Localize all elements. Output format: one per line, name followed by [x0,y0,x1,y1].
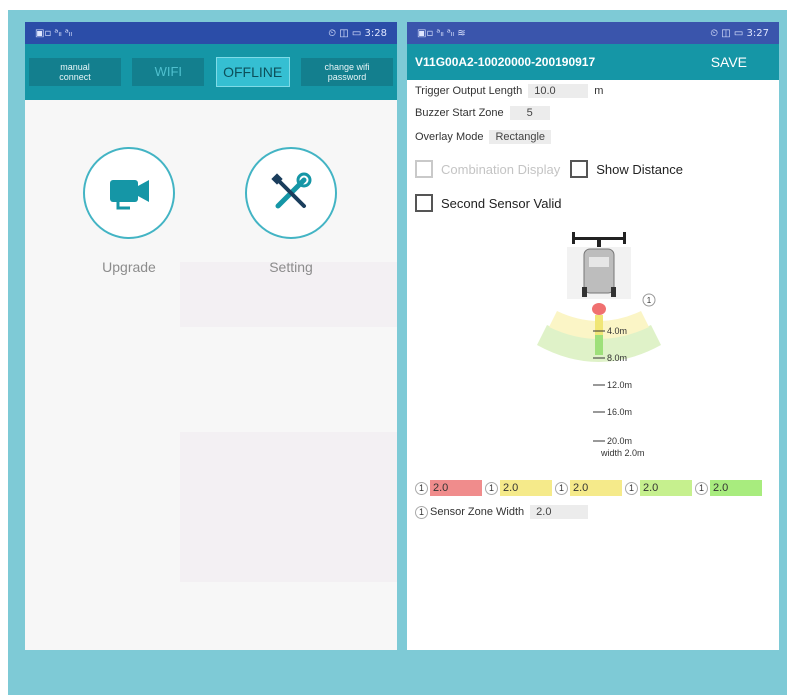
zone-width-bars: 1 2.0 1 2.0 1 2.0 1 2.0 1 2.0 [415,480,765,496]
sensor-zone-width-row: 1 Sensor Zone Width 2.0 [415,505,589,519]
settings-app-bar: V11G00A2-10020000-200190917 SAVE [407,44,779,80]
trigger-output-length-row: Trigger Output Length 10.0 m [415,84,603,98]
buzzer-start-zone-label: Buzzer Start Zone [415,107,504,119]
tick-label-20m: 20.0m [607,436,632,446]
zone-width-input[interactable]: 2.0 [430,480,482,496]
upgrade-button[interactable] [83,147,175,239]
checkbox-row-1: Combination Display Show Distance [415,160,683,178]
tick-label-12m: 12.0m [607,380,632,390]
zone-number: 1 [695,481,708,495]
status-clock: ⏲ ◫ ▭ 3:27 [710,27,769,39]
left-phone-screen: ▣▫ ᵃₗₗ ᵃₗₗ ⏲ ◫ ▭ 3:28 manual connect WIF… [25,22,397,650]
trigger-output-length-input[interactable]: 10.0 [528,84,589,98]
show-distance-label: Show Distance [596,161,683,177]
buzzer-start-zone-select[interactable]: 5 [509,106,550,120]
setting-tile[interactable]: Setting [245,147,337,275]
zone-number: 1 [485,481,498,495]
zone-width-input[interactable]: 2.0 [640,480,692,496]
status-signal-icons: ▣▫ ᵃₗₗ ᵃₗₗ [35,27,73,39]
combination-display-label: Combination Display [441,161,561,177]
camera-icon [110,180,149,210]
tick-label-4m: 4.0m [607,326,627,336]
background-panel [180,432,397,582]
overlay-mode-select[interactable]: Rectangle [489,130,552,144]
overlay-mode-row: Overlay Mode Rectangle [415,130,552,144]
change-wifi-password-button[interactable]: change wifi password [300,58,393,86]
zone-item[interactable]: 1 2.0 [485,480,552,496]
show-distance-checkbox[interactable] [570,160,589,178]
tick-label-8m: 8.0m [607,353,627,363]
wifi-button[interactable]: WIFI [132,58,205,86]
device-id-title: V11G00A2-10020000-200190917 [415,55,596,69]
second-sensor-valid-label: Second Sensor Valid [441,195,562,211]
zone-number: 1 [555,481,568,495]
manual-connect-button[interactable]: manual connect [29,58,121,86]
sensor-zone-width-label: Sensor Zone Width [430,506,525,518]
overlay-mode-label: Overlay Mode [415,131,484,143]
zone-item[interactable]: 1 2.0 [415,480,482,496]
sensor-diagram: 1 4.0m 8.0m 12.0m 16.0m 20.0m width 2.0m [537,232,661,458]
trigger-output-length-unit: m [594,85,604,97]
save-button[interactable]: SAVE [711,54,769,70]
status-signal-icons: ▣▫ ᵃₗₗ ᵃₗₗ ≋ [417,27,466,39]
zone-bar-green [595,335,603,355]
zone-width-input[interactable]: 2.0 [500,480,552,496]
trigger-output-length-label: Trigger Output Length [415,85,523,97]
right-phone-screen: ▣▫ ᵃₗₗ ᵃₗₗ ≋ ⏲ ◫ ▭ 3:27 V11G00A2-1002000… [407,22,779,650]
buzzer-start-zone-row: Buzzer Start Zone 5 [415,106,550,120]
status-bar: ▣▫ ᵃₗₗ ᵃₗₗ ≋ ⏲ ◫ ▭ 3:27 [407,22,779,44]
upgrade-tile[interactable]: Upgrade [83,147,175,275]
zone-bar-yellow [595,315,603,335]
checkbox-row-2: Second Sensor Valid [415,194,561,212]
vehicle-icon [567,232,631,299]
width-label: width 2.0m [600,448,645,458]
zone-number: 1 [625,481,638,495]
combination-display-checkbox[interactable] [415,160,433,178]
setting-button[interactable] [245,147,337,239]
zone-item[interactable]: 1 2.0 [625,480,692,496]
status-clock: ⏲ ◫ ▭ 3:28 [328,27,387,39]
upgrade-label: Upgrade [102,259,156,275]
zone-width-input[interactable]: 2.0 [570,480,622,496]
zone-width-input[interactable]: 2.0 [710,480,762,496]
zone-number: 1 [415,481,428,495]
setting-label: Setting [269,259,313,275]
zone-item[interactable]: 1 2.0 [555,480,622,496]
top-button-bar: manual connect WIFI OFFLINE change wifi … [25,44,397,100]
offline-button[interactable]: OFFLINE [215,57,290,87]
tools-icon [271,172,312,209]
detection-zone-near [592,303,606,315]
sensor-zone-number: 1 [415,505,428,519]
tick-label-16m: 16.0m [607,407,632,417]
status-bar: ▣▫ ᵃₗₗ ᵃₗₗ ⏲ ◫ ▭ 3:28 [25,22,397,44]
sensor-zone-width-number-wrap: 1 [415,505,430,519]
sensor-zone-width-input[interactable]: 2.0 [530,505,589,519]
second-sensor-valid-checkbox[interactable] [415,194,433,212]
zone-item[interactable]: 1 2.0 [695,480,762,496]
sensor-badge-number: 1 [647,296,652,305]
